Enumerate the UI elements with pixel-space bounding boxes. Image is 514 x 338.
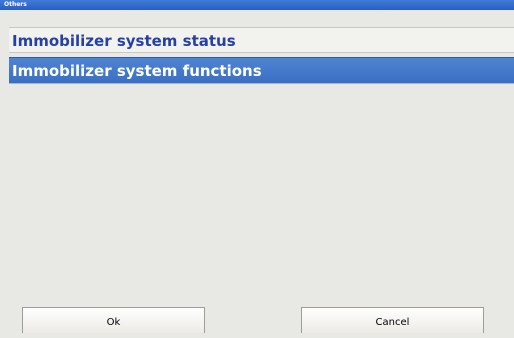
menu-item-label: Immobilizer system status: [12, 32, 236, 50]
ok-button[interactable]: Ok: [22, 307, 205, 333]
left-frame: [0, 10, 9, 333]
content-area: [9, 85, 514, 306]
cancel-button[interactable]: Cancel: [301, 307, 484, 333]
menu-item-immobilizer-functions[interactable]: Immobilizer system functions: [9, 57, 514, 84]
menu-item-label: Immobilizer system functions: [12, 62, 262, 80]
window-title: Others: [4, 1, 27, 8]
window-title-bar: Others: [0, 0, 514, 10]
window: { "window": { "title": "Others" }, "menu…: [0, 0, 514, 333]
menu-item-immobilizer-status[interactable]: Immobilizer system status: [9, 27, 514, 53]
